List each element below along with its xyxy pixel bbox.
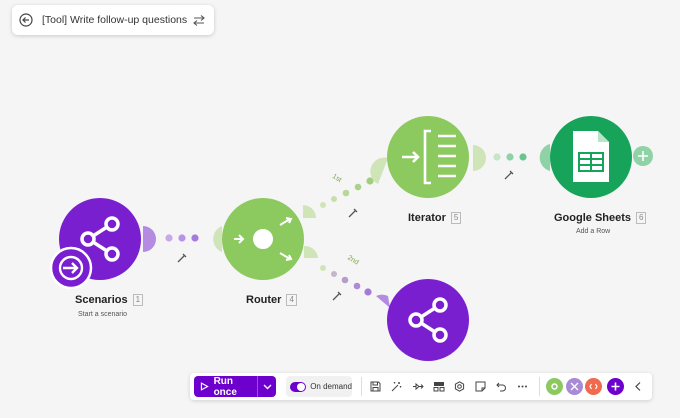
link-dot: [364, 288, 372, 296]
settings-icon: [454, 381, 465, 392]
google-sheets-number: 6: [636, 212, 647, 224]
collapse-icon: [634, 382, 640, 391]
add-icon: [611, 382, 620, 391]
iterator-label: Iterator 5: [408, 212, 462, 224]
run-once-button[interactable]: Run once: [194, 376, 276, 397]
scenarios-name: Scenarios: [75, 294, 128, 306]
undo-icon: [496, 382, 506, 392]
router-number: 4: [286, 294, 297, 306]
scenarios-output-connector[interactable]: [143, 226, 156, 252]
explain-flow-button[interactable]: [411, 380, 424, 393]
flow-control-icon: [570, 382, 579, 391]
add-module-toolbar-button[interactable]: [607, 378, 624, 395]
google-sheets-subtitle: Add a Row: [576, 228, 611, 235]
filter-wrench-icon[interactable]: [504, 170, 514, 180]
auto-align-button[interactable]: [390, 380, 403, 393]
run-options-dropdown[interactable]: [257, 376, 276, 397]
router-label: Router 4: [246, 294, 297, 306]
router-input-connector[interactable]: [213, 226, 222, 252]
layout-icon: [433, 382, 444, 392]
back-button[interactable]: [18, 12, 34, 28]
layout-button[interactable]: [432, 380, 445, 393]
iterator-name: Iterator: [408, 212, 446, 224]
iterator-output-connector[interactable]: [473, 145, 486, 171]
scenarios-number: 1: [132, 294, 144, 306]
more-icon: [518, 385, 527, 388]
sheets-input-connector[interactable]: [539, 144, 550, 171]
link-dot: [165, 234, 173, 242]
router-name: Router: [246, 294, 282, 306]
iterator-node[interactable]: [387, 116, 469, 198]
scenario-title[interactable]: [Tool] Write follow-up questions: [42, 14, 192, 26]
save-icon: [370, 381, 381, 392]
link-dot: [320, 202, 326, 208]
swap-button[interactable]: [192, 13, 206, 27]
link-dot: [519, 153, 527, 161]
link-dot: [342, 189, 350, 197]
play-icon: [200, 382, 209, 391]
iterator-number: 5: [450, 212, 462, 224]
toolbar-divider: [539, 377, 540, 396]
router-output-connector-bottom[interactable]: [304, 245, 318, 258]
link-dot: [353, 282, 361, 290]
explain-flow-icon: [412, 382, 424, 391]
notes-button[interactable]: [474, 380, 487, 393]
undo-button[interactable]: [495, 380, 508, 393]
share-input-connector[interactable]: [376, 294, 390, 308]
link-dot: [493, 153, 501, 161]
router-output-connector-top[interactable]: [303, 205, 316, 218]
tools-button[interactable]: [546, 378, 563, 395]
text-parser-icon: [589, 383, 598, 390]
google-sheets-node[interactable]: [550, 116, 632, 198]
share-module-node[interactable]: [387, 279, 469, 361]
filter-wrench-icon[interactable]: [348, 208, 358, 218]
collapse-toolbar-button[interactable]: [631, 380, 644, 393]
link-dot: [178, 234, 186, 242]
arrow-left-circle-icon: [19, 13, 33, 27]
google-sheets-name: Google Sheets: [554, 212, 632, 224]
text-parser-button[interactable]: [585, 378, 602, 395]
flow-control-button[interactable]: [566, 378, 583, 395]
google-sheets-label: Google Sheets 6: [554, 212, 647, 224]
link-dot: [331, 196, 337, 202]
more-button[interactable]: [516, 380, 529, 393]
tools-icon: [551, 383, 558, 390]
trigger-badge[interactable]: [49, 246, 93, 290]
link-dot: [320, 265, 326, 271]
link-dot: [341, 276, 349, 284]
swap-arrows-icon: [193, 15, 205, 26]
notes-icon: [475, 381, 486, 392]
link-dot: [506, 153, 514, 161]
save-button[interactable]: [369, 380, 382, 393]
schedule-switch[interactable]: [290, 381, 307, 392]
link-dot: [331, 271, 337, 277]
chevron-down-icon: [263, 384, 271, 389]
scenarios-label: Scenarios 1: [75, 294, 144, 306]
settings-button[interactable]: [453, 380, 466, 393]
magic-wand-icon: [391, 382, 402, 392]
schedule-toggle[interactable]: On demand: [286, 376, 352, 397]
run-once-label: Run once: [213, 376, 237, 397]
scenario-title-bar: [Tool] Write follow-up questions: [12, 5, 214, 35]
scenario-canvas: [49, 116, 653, 361]
router-node[interactable]: [222, 198, 304, 280]
toolbar-divider: [361, 377, 362, 396]
scenarios-subtitle: Start a scenario: [78, 311, 128, 318]
run-once-main[interactable]: Run once: [194, 376, 257, 397]
link-dot: [354, 183, 362, 191]
filter-wrench-icon[interactable]: [177, 253, 187, 263]
filter-wrench-icon[interactable]: [332, 291, 342, 301]
link-dot: [191, 234, 199, 242]
bottom-toolbar: Run once On demand: [190, 373, 652, 400]
spreadsheet-icon: [573, 131, 609, 182]
schedule-label: On demand: [310, 382, 352, 391]
